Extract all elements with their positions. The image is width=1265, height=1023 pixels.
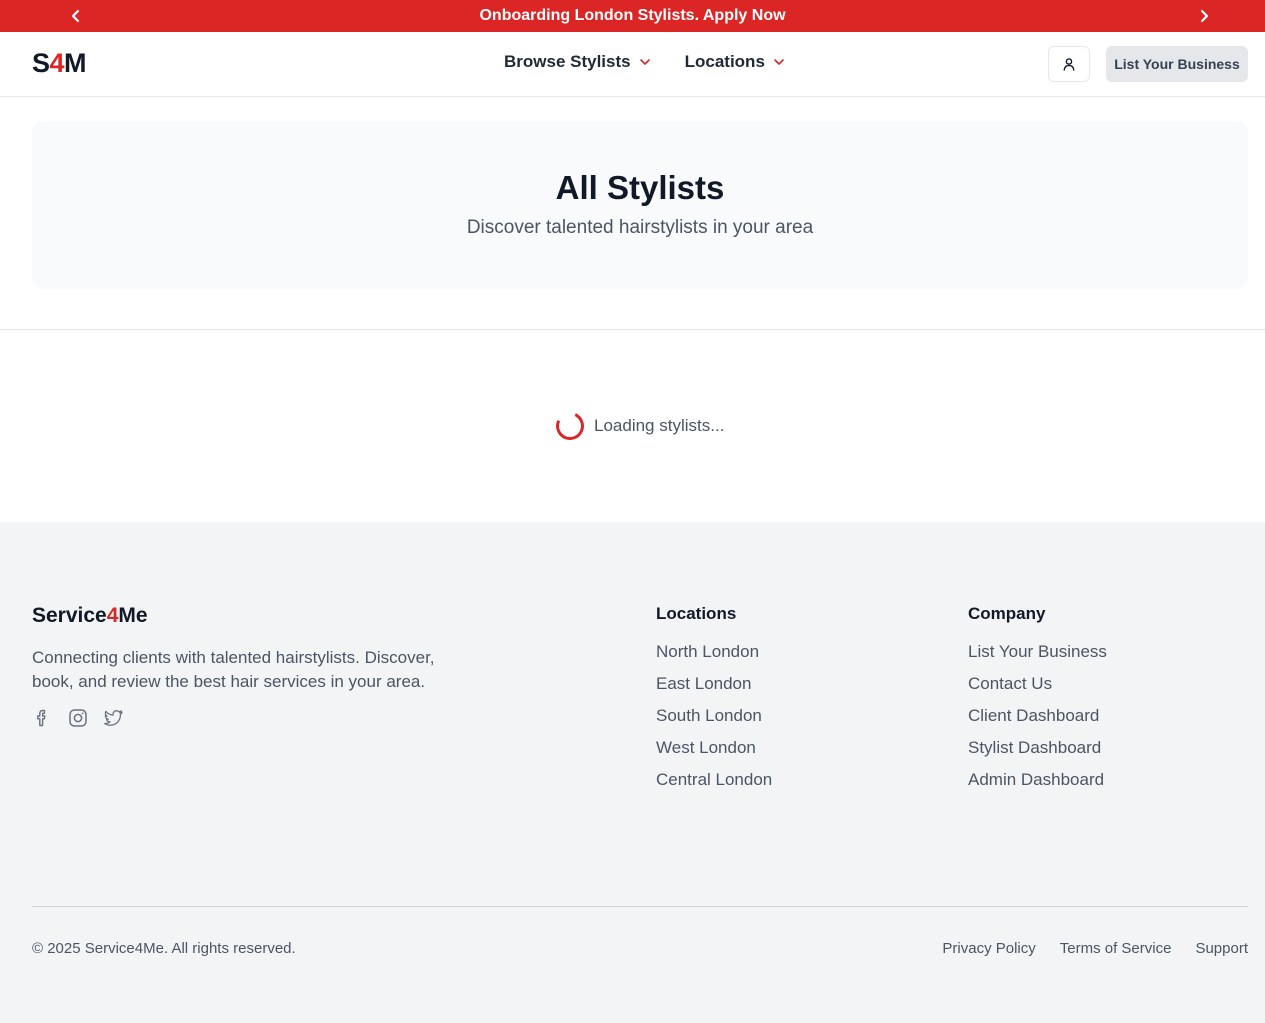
logo-digit-4: 4 xyxy=(49,48,65,78)
footer-locations-column: Locations North London East London South… xyxy=(656,604,772,802)
announcement-link[interactable]: Onboarding London Stylists. Apply Now xyxy=(479,7,785,25)
nav-browse-stylists-label: Browse Stylists xyxy=(504,52,631,71)
page-title: All Stylists xyxy=(555,169,725,206)
footer-link-client-dashboard[interactable]: Client Dashboard xyxy=(968,706,1107,727)
footer-link-contact-us[interactable]: Contact Us xyxy=(968,674,1107,695)
footer-description: Connecting clients with talented hairsty… xyxy=(32,648,435,691)
list-your-business-button[interactable]: List Your Business xyxy=(1106,46,1248,82)
privacy-policy-link[interactable]: Privacy Policy xyxy=(942,940,1035,957)
footer-company-column: Company List Your Business Contact Us Cl… xyxy=(968,604,1107,802)
previous-announcement-button[interactable] xyxy=(60,0,92,32)
facebook-icon[interactable] xyxy=(32,708,52,728)
nav-locations[interactable]: Locations xyxy=(685,52,785,72)
chevron-down-icon xyxy=(774,59,784,65)
footer-locations-title: Locations xyxy=(656,604,737,623)
chevron-down-icon xyxy=(639,59,650,65)
footer-divider xyxy=(32,906,1248,907)
user-icon xyxy=(1063,58,1075,71)
logo-letter-m: M xyxy=(64,48,87,78)
footer-link-admin-dashboard[interactable]: Admin Dashboard xyxy=(968,770,1107,791)
instagram-icon[interactable] xyxy=(68,708,88,728)
footer-link-list-your-business[interactable]: List Your Business xyxy=(968,642,1107,663)
page-subtitle: Discover talented hairstylists in your a… xyxy=(466,217,814,238)
support-link[interactable]: Support xyxy=(1195,940,1248,957)
terms-of-service-link[interactable]: Terms of Service xyxy=(1060,940,1172,957)
footer-link-east-london[interactable]: East London xyxy=(656,674,772,695)
main-nav: Browse Stylists Locations xyxy=(504,52,785,72)
footer-brand-part-3: Me xyxy=(118,604,148,627)
social-links xyxy=(32,708,124,728)
nav-locations-label: Locations xyxy=(684,52,765,71)
nav-browse-stylists[interactable]: Browse Stylists xyxy=(504,52,651,72)
footer-brand-part-1: Service xyxy=(32,604,107,627)
account-button[interactable] xyxy=(1048,46,1090,82)
footer-company-title: Company xyxy=(968,604,1046,623)
footer-link-central-london[interactable]: Central London xyxy=(656,770,772,791)
logo[interactable]: S4M xyxy=(32,48,87,79)
chevron-right-icon xyxy=(1200,9,1209,23)
footer-brand: Service4Me xyxy=(32,604,148,628)
footer-link-stylist-dashboard[interactable]: Stylist Dashboard xyxy=(968,738,1107,759)
section-divider xyxy=(0,329,1265,330)
twitter-icon[interactable] xyxy=(104,708,124,728)
copyright-text: © 2025 Service4Me. All rights reserved. xyxy=(32,940,296,957)
hero-panel: All Stylists Discover talented hairstyli… xyxy=(32,121,1248,289)
footer-brand-part-2: 4 xyxy=(106,604,119,627)
footer-link-north-london[interactable]: North London xyxy=(656,642,772,663)
footer-link-south-london[interactable]: South London xyxy=(656,706,772,727)
announcement-bar: Onboarding London Stylists. Apply Now xyxy=(0,0,1265,32)
loading-indicator: Loading stylists... xyxy=(552,408,725,444)
logo-letter-s: S xyxy=(32,48,50,78)
next-announcement-button[interactable] xyxy=(1188,0,1220,32)
spinner-icon xyxy=(552,408,588,444)
legal-links: Privacy Policy Terms of Service Support xyxy=(942,940,1248,957)
footer-link-west-london[interactable]: West London xyxy=(656,738,772,759)
loading-text: Loading stylists... xyxy=(594,416,725,435)
chevron-left-icon xyxy=(71,9,80,23)
site-footer: Service4Me Connecting clients with talen… xyxy=(0,522,1265,1023)
site-header: S4M Browse Stylists Locations List Your … xyxy=(0,32,1265,97)
